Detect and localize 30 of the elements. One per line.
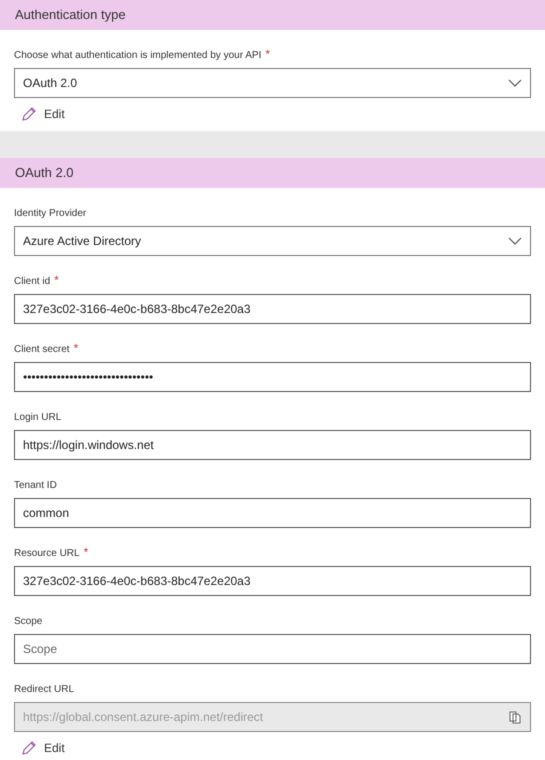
copy-icon[interactable]	[509, 711, 521, 724]
section-header: OAuth 2.0	[0, 158, 545, 188]
section-header: Authentication type	[0, 0, 545, 30]
chevron-down-icon	[508, 79, 522, 87]
field-label: Resource URL	[14, 547, 80, 561]
edit-button[interactable]: Edit	[18, 735, 69, 760]
field-label: Tenant ID	[14, 479, 57, 493]
required-mark: *	[265, 47, 270, 61]
field-label: Identity Provider	[14, 207, 86, 221]
input-field[interactable]: •••••••••••••••••••••••••••••••	[14, 362, 531, 392]
input-field[interactable]: 327e3c02-3166-4e0c-b683-8bc47e2e20a3	[14, 294, 531, 324]
field-label: Redirect URL	[14, 683, 74, 697]
input-field[interactable]: 327e3c02-3166-4e0c-b683-8bc47e2e20a3	[14, 566, 531, 596]
required-mark: *	[74, 341, 78, 355]
dropdown[interactable]: OAuth 2.0	[14, 68, 531, 98]
field-label: Login URL	[14, 411, 62, 425]
pencil-icon	[22, 741, 36, 755]
input-field[interactable]: common	[14, 498, 531, 528]
required-mark: *	[54, 273, 59, 287]
field-label: Scope	[14, 615, 42, 629]
field-label: Client secret	[14, 343, 70, 357]
field-label: Client id	[14, 275, 50, 289]
chevron-down-icon	[508, 237, 522, 245]
pencil-icon	[22, 107, 36, 121]
edit-button[interactable]: Edit	[18, 101, 69, 127]
dropdown[interactable]: Azure Active Directory	[14, 226, 531, 256]
input-field[interactable]: Scope	[14, 634, 531, 664]
field-label: Choose what authentication is implemented by your API	[14, 49, 262, 63]
required-mark: *	[84, 545, 88, 559]
input-field[interactable]: https://login.windows.net	[14, 430, 531, 460]
